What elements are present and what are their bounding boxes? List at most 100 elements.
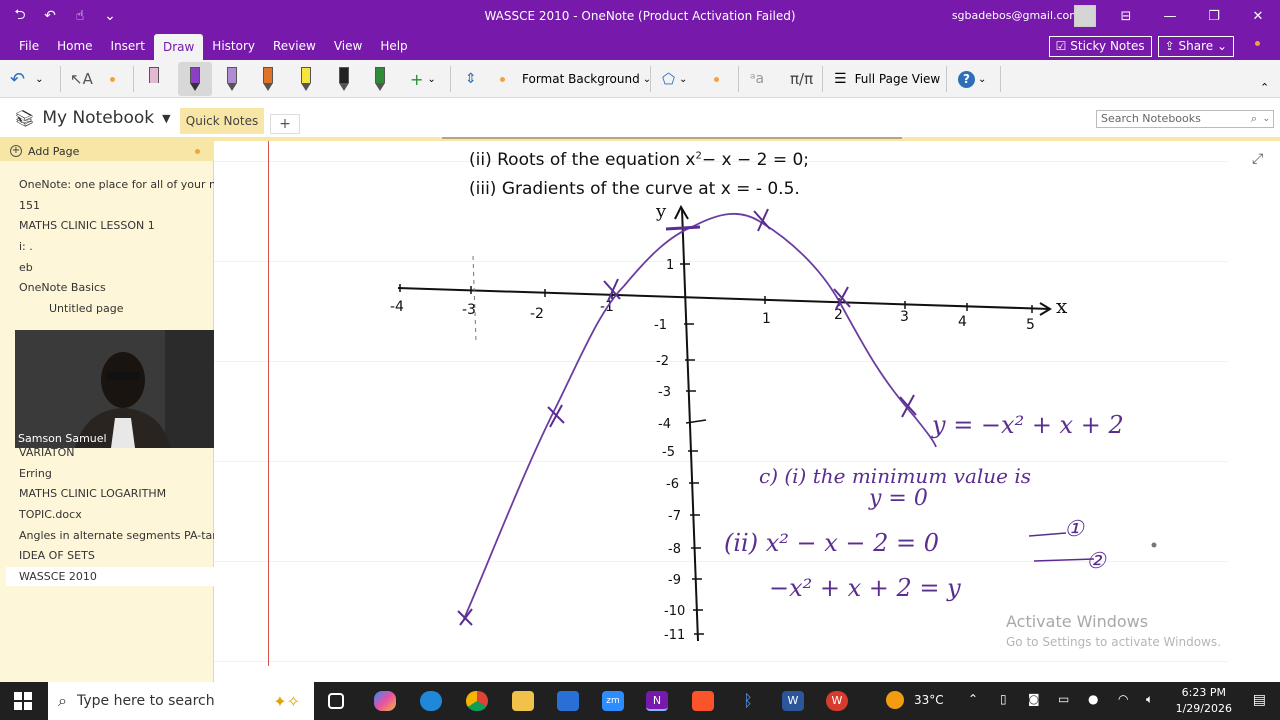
avatar[interactable] [1074,5,1096,27]
y-tick-label: -11 [664,628,685,643]
curve-equation-label: y = −x² + x + 2 [931,411,1124,439]
page-item[interactable]: eb [19,261,33,274]
shapes-button[interactable]: ⬠ ⌄ [662,66,687,92]
ink-to-math-button[interactable]: π/π [790,66,813,92]
section-tab-quick-notes[interactable]: Quick Notes [180,108,264,134]
help-button[interactable]: ? ⌄ [958,66,986,92]
pen-orange[interactable] [260,66,276,92]
tab-home[interactable]: Home [48,32,101,60]
ribbon-display-options-icon[interactable]: ⊟ [1104,0,1148,32]
x-axis [397,287,1051,310]
plus-icon: + [410,69,424,89]
volume-icon[interactable]: 🔈︎ [1146,692,1153,707]
tab-review[interactable]: Review [264,32,325,60]
hw-answer-i-value: y = 0 [868,486,928,511]
file-explorer-icon[interactable] [512,691,534,711]
pen-black-selected[interactable] [178,62,212,96]
page-item[interactable]: MATHS CLINIC LOGARITHM [19,487,166,500]
page-item-subpage[interactable]: Untitled page [49,302,123,315]
y-tick-label: -8 [668,542,681,557]
account-email[interactable]: sgbadebos@gmail.com [952,9,1080,22]
tab-draw[interactable]: Draw [153,34,204,62]
task-view-icon[interactable] [328,693,344,709]
edge-icon[interactable] [420,691,442,711]
bluetooth-icon[interactable]: ᛒ [737,691,759,711]
battery-icon[interactable]: ▭ [1058,692,1069,706]
system-clock[interactable]: 6:23 PM 1/29/2026 [1176,685,1232,717]
temperature[interactable]: 33°C [914,693,944,707]
page-item[interactable]: IDEA OF SETS [19,549,95,562]
page-item[interactable]: MATHS CLINIC LESSON 1 [19,219,155,232]
ink-to-text-button[interactable]: ᵃa [750,66,764,92]
highlighter-yellow[interactable] [298,66,314,92]
page-item[interactable]: Angles in alternate segments PA-tan [19,529,219,542]
camera-icon[interactable]: ◙ [1028,692,1040,706]
wifi-icon[interactable]: ◠ [1118,692,1128,706]
minimize-button[interactable]: — [1148,0,1192,32]
page-item[interactable]: OneNote: one place for all of your no [19,178,223,191]
page-item[interactable]: TOPIC.docx [19,508,82,521]
y-tick-label: 1 [666,258,674,273]
taskbar-search-input[interactable]: ⌕ Type here to search ✦✧ [48,682,314,720]
lasso-select-button[interactable]: ↖A [70,66,93,92]
add-page-button[interactable]: + Add Page [0,141,214,161]
notebook-switcher[interactable]: 📚︎ My Notebook ▼ [14,108,171,128]
show-hidden-icons-icon[interactable]: ⌃ [968,692,978,706]
tab-insert[interactable]: Insert [102,32,154,60]
microphone-icon[interactable]: ● [1088,692,1098,706]
page-item[interactable]: i: . [19,240,33,253]
x-tick-label: -2 [530,306,544,322]
chrome-icon[interactable] [466,691,488,711]
tab-file[interactable]: File [10,32,48,60]
close-button[interactable]: ✕ [1236,0,1280,32]
undo-arrow-icon: ↶ [10,68,26,90]
page-item-selected[interactable]: WASSCE 2010 [6,567,214,586]
word-icon[interactable]: W [782,691,804,711]
tab-view[interactable]: View [325,32,371,60]
insert-space-button[interactable]: ⇕ [465,66,477,92]
participant-name: Samson Samuel [18,432,107,445]
collapse-ribbon-icon[interactable]: ⌃ [1260,80,1269,94]
add-section-button[interactable]: + [270,114,300,134]
full-page-view-button[interactable]: ☰ Full Page View [834,66,940,92]
x-tick-label: 1 [762,311,771,327]
y-tick-label: -10 [664,604,685,619]
page-item[interactable]: OneNote Basics [19,281,106,294]
ribbon-separator [1000,66,1001,92]
pen-icon [260,65,276,93]
weather-icon[interactable] [886,691,904,709]
sticky-notes-button[interactable]: ☑ Sticky Notes [1048,36,1152,57]
ink-layer[interactable]: -4 -3 -2 -1 1 2 3 4 5 1 -1 -2 -3 -4 -5 -… [214,141,1228,682]
webcam-overlay[interactable]: Samson Samuel [15,330,225,448]
notifications-icon[interactable]: ▤ [1253,692,1266,708]
copilot-icon[interactable] [374,691,396,711]
x-tick-label: -4 [390,299,404,315]
store-icon[interactable] [557,691,579,711]
brave-icon[interactable] [692,691,714,711]
page-item[interactable]: 151 [19,199,40,212]
x-tick-label: 4 [958,314,967,330]
help-icon: ? [958,70,975,88]
device-icon[interactable]: ▯ [1000,692,1007,706]
hw-tag-2: ② [1086,549,1107,574]
wps-icon[interactable]: W [826,691,848,711]
tab-history[interactable]: History [203,32,264,60]
share-button[interactable]: ⇪ Share ⌄ [1157,36,1234,57]
search-notebooks-input[interactable]: Search Notebooks ⌕ ⌄ [1096,110,1274,128]
expand-icon[interactable]: ⤢ [1252,151,1263,167]
windows-start-icon[interactable] [14,692,32,710]
page-item[interactable]: Erring [19,467,52,480]
pen-purple[interactable] [224,66,240,92]
notification-dot [1255,41,1260,46]
add-pen-button[interactable]: + ⌄ [410,66,436,92]
onenote-icon[interactable]: N [646,691,668,711]
zoom-icon[interactable]: zm [602,691,624,711]
pen-green[interactable] [372,66,388,92]
restore-button[interactable]: ❐ [1192,0,1236,32]
ribbon-dot-3 [714,66,719,92]
eraser-button[interactable] [146,66,162,92]
format-background-button[interactable]: Format Background ⌄ [522,66,651,92]
tab-help[interactable]: Help [371,32,416,60]
pen-dark[interactable] [336,66,352,92]
undo-button[interactable]: ↶ ⌄ [10,66,43,92]
